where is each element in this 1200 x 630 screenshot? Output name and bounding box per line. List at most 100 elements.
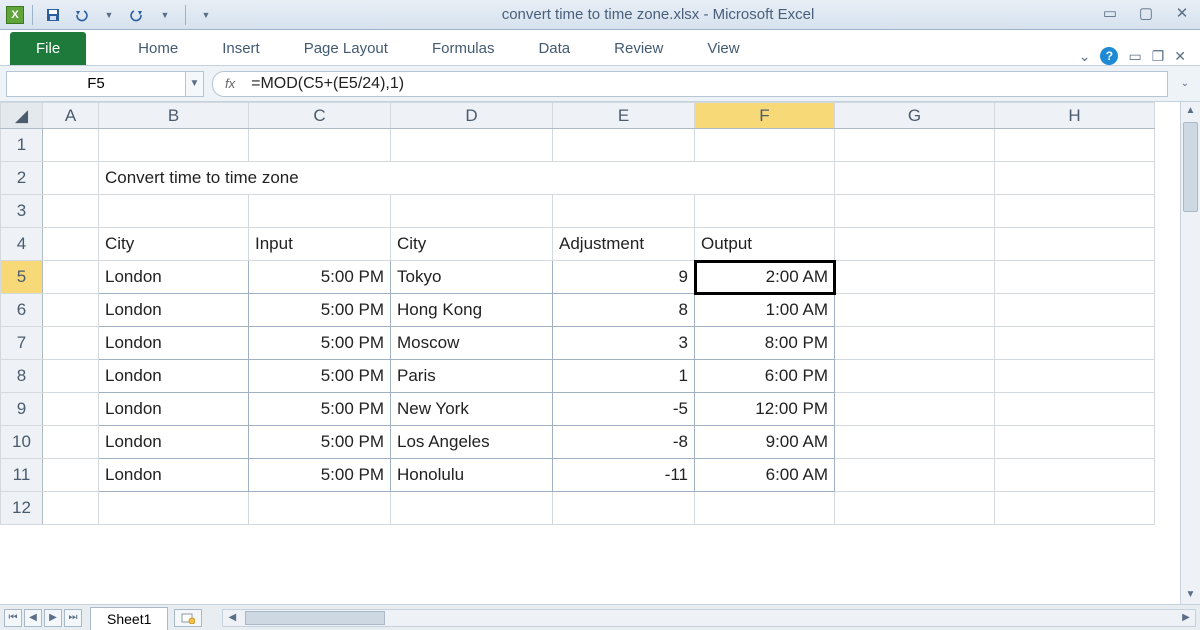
redo-button[interactable] (125, 4, 149, 26)
tab-nav-first[interactable]: ⏮ (4, 609, 22, 627)
scroll-right-icon[interactable]: ▶ (1177, 610, 1195, 626)
tab-insert[interactable]: Insert (200, 32, 282, 65)
vertical-scrollbar[interactable]: ▲ ▼ (1180, 102, 1200, 604)
cell[interactable]: 1:00 AM (695, 294, 835, 327)
cell[interactable]: 8 (553, 294, 695, 327)
row-header-7[interactable]: 7 (1, 327, 43, 360)
cell[interactable]: 8:00 PM (695, 327, 835, 360)
cell[interactable]: Moscow (391, 327, 553, 360)
cell[interactable]: 5:00 PM (249, 360, 391, 393)
cell[interactable]: London (99, 360, 249, 393)
workbook-minimize-icon[interactable]: ▭ (1128, 48, 1141, 65)
tab-file[interactable]: File (10, 32, 86, 65)
scroll-left-icon[interactable]: ◀ (223, 610, 241, 626)
cell[interactable]: 1 (553, 360, 695, 393)
cell[interactable]: Paris (391, 360, 553, 393)
tab-nav-next[interactable]: ▶ (44, 609, 62, 627)
workbook-close-icon[interactable]: ✕ (1174, 48, 1186, 65)
cell[interactable]: 9 (553, 261, 695, 294)
close-button[interactable]: ✕ (1170, 6, 1194, 24)
col-header-E[interactable]: E (553, 103, 695, 129)
formula-input[interactable]: =MOD(C5+(E5/24),1) (245, 73, 1167, 95)
col-header-B[interactable]: B (99, 103, 249, 129)
fx-icon[interactable]: fx (225, 76, 235, 91)
help-icon[interactable]: ? (1100, 47, 1118, 65)
workbook-restore-icon[interactable]: ❐ (1152, 48, 1165, 65)
ribbon-minimize-icon[interactable]: ⌄ (1079, 48, 1091, 65)
maximize-button[interactable]: ▢ (1134, 6, 1158, 24)
row-header-3[interactable]: 3 (1, 195, 43, 228)
tab-page-layout[interactable]: Page Layout (282, 32, 410, 65)
scroll-up-icon[interactable]: ▲ (1181, 102, 1200, 120)
cell[interactable]: -8 (553, 426, 695, 459)
tab-data[interactable]: Data (516, 32, 592, 65)
formula-expand-icon[interactable]: ⌄ (1176, 78, 1194, 89)
cell[interactable]: 12:00 PM (695, 393, 835, 426)
cell[interactable]: 3 (553, 327, 695, 360)
cell[interactable]: -11 (553, 459, 695, 492)
horizontal-scrollbar[interactable]: ◀ ▶ (222, 609, 1196, 627)
row-header-10[interactable]: 10 (1, 426, 43, 459)
cell[interactable]: -5 (553, 393, 695, 426)
tab-nav-last[interactable]: ⏭ (64, 609, 82, 627)
cell[interactable]: London (99, 294, 249, 327)
select-all-corner[interactable]: ◢ (1, 103, 43, 129)
col-header-A[interactable]: A (43, 103, 99, 129)
scroll-thumb[interactable] (1183, 122, 1198, 212)
col-header-G[interactable]: G (835, 103, 995, 129)
scroll-thumb[interactable] (245, 611, 385, 625)
name-box[interactable]: F5 (6, 71, 186, 97)
row-header-8[interactable]: 8 (1, 360, 43, 393)
cell[interactable]: Los Angeles (391, 426, 553, 459)
col-header-D[interactable]: D (391, 103, 553, 129)
qat-separator (185, 5, 186, 25)
sheet-tab-active[interactable]: Sheet1 (90, 607, 168, 630)
cell[interactable]: 5:00 PM (249, 261, 391, 294)
row-header-6[interactable]: 6 (1, 294, 43, 327)
tab-view[interactable]: View (685, 32, 761, 65)
row-header-4[interactable]: 4 (1, 228, 43, 261)
col-header-F[interactable]: F (695, 103, 835, 129)
qat-customize-dropdown[interactable]: ▼ (194, 4, 218, 26)
worksheet-grid[interactable]: ◢ A B C D E F G H 1 2 Convert time to ti… (0, 102, 1200, 604)
cell[interactable]: 5:00 PM (249, 426, 391, 459)
cell[interactable]: Hong Kong (391, 294, 553, 327)
col-header-H[interactable]: H (995, 103, 1155, 129)
tab-review[interactable]: Review (592, 32, 685, 65)
cell[interactable]: London (99, 426, 249, 459)
row-header-11[interactable]: 11 (1, 459, 43, 492)
cell[interactable]: 5:00 PM (249, 327, 391, 360)
save-button[interactable] (41, 4, 65, 26)
name-box-dropdown[interactable]: ▼ (186, 71, 204, 97)
cell[interactable]: London (99, 459, 249, 492)
cell[interactable]: 5:00 PM (249, 393, 391, 426)
row-header-5[interactable]: 5 (1, 261, 43, 294)
cell[interactable]: Honolulu (391, 459, 553, 492)
table-header: Input (249, 228, 391, 261)
cell[interactable]: New York (391, 393, 553, 426)
row-header-1[interactable]: 1 (1, 129, 43, 162)
undo-button[interactable] (69, 4, 93, 26)
cell[interactable]: Tokyo (391, 261, 553, 294)
cell[interactable]: London (99, 261, 249, 294)
redo-dropdown[interactable]: ▼ (153, 4, 177, 26)
cell[interactable]: 5:00 PM (249, 459, 391, 492)
undo-dropdown[interactable]: ▼ (97, 4, 121, 26)
scroll-down-icon[interactable]: ▼ (1181, 586, 1200, 604)
row-header-2[interactable]: 2 (1, 162, 43, 195)
tab-nav-prev[interactable]: ◀ (24, 609, 42, 627)
cell[interactable]: 6:00 AM (695, 459, 835, 492)
col-header-C[interactable]: C (249, 103, 391, 129)
cell[interactable]: London (99, 327, 249, 360)
tab-home[interactable]: Home (116, 32, 200, 65)
cell[interactable]: 9:00 AM (695, 426, 835, 459)
row-header-9[interactable]: 9 (1, 393, 43, 426)
row-header-12[interactable]: 12 (1, 492, 43, 525)
selected-cell[interactable]: 2:00 AM (695, 261, 835, 294)
cell[interactable]: 5:00 PM (249, 294, 391, 327)
cell[interactable]: 6:00 PM (695, 360, 835, 393)
tab-formulas[interactable]: Formulas (410, 32, 517, 65)
cell[interactable]: London (99, 393, 249, 426)
new-sheet-button[interactable] (174, 609, 202, 627)
minimize-button[interactable]: ▭ (1098, 6, 1122, 24)
